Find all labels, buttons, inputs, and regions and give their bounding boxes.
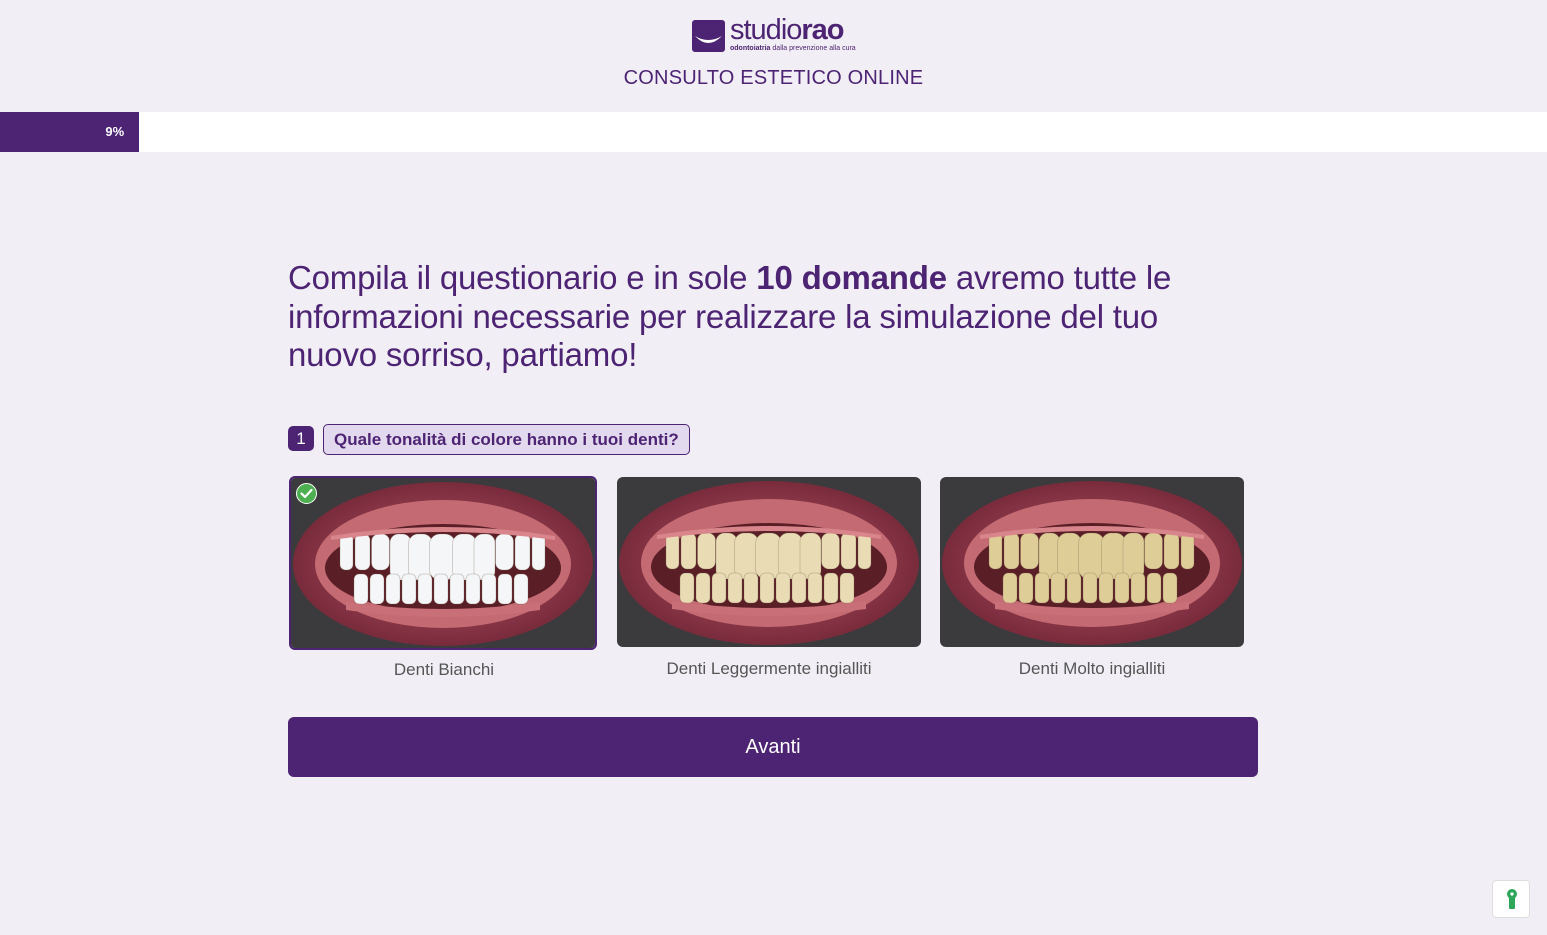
option-denti-bianchi[interactable]: Denti Bianchi	[289, 476, 597, 680]
option-denti-leggermente-ingialliti[interactable]: Denti Leggermente ingialliti	[617, 477, 921, 679]
progress-fill: 9%	[0, 112, 140, 152]
progress-bar: 9%	[0, 112, 1547, 152]
page-header: studiorao odontoiatria dalla prevenzione…	[0, 0, 1547, 112]
logo-wordmark: studiorao	[730, 14, 845, 47]
intro-text: Compila il questionario e in sole 10 dom…	[288, 259, 1248, 375]
logo-tagline-bold: odontoiatria	[730, 45, 771, 52]
intro-text-start: Compila il questionario e in sole	[288, 259, 757, 296]
logo-tagline-rest: dalla prevenzione alla cura	[772, 45, 856, 52]
smile-logo-icon	[692, 20, 725, 52]
option-label: Denti Leggermente ingialliti	[666, 659, 872, 678]
cookie-preferences-button[interactable]	[1492, 880, 1530, 918]
teeth-photo-white[interactable]	[289, 476, 597, 650]
intro-text-highlight: 10 domande	[756, 259, 947, 296]
question-number: 1	[288, 426, 314, 451]
studiorao-logo[interactable]: studiorao odontoiatria dalla prevenzione…	[692, 14, 862, 54]
logo-word-light: studio	[730, 14, 802, 46]
teeth-photo-very-yellow[interactable]	[940, 477, 1244, 647]
logo-word-bold: rao	[801, 14, 844, 46]
option-label: Denti Bianchi	[393, 660, 495, 679]
option-label: Denti Molto ingialliti	[1018, 659, 1166, 678]
cookie-preferences-icon	[1507, 889, 1517, 909]
question-text: Quale tonalità di colore hanno i tuoi de…	[323, 424, 690, 455]
progress-label: 9%	[105, 124, 125, 139]
check-circle-icon	[296, 483, 317, 504]
option-denti-molto-ingialliti[interactable]: Denti Molto ingialliti	[940, 477, 1244, 679]
page-title: CONSULTO ESTETICO ONLINE	[623, 67, 924, 89]
logo-tagline: odontoiatria dalla prevenzione alla cura	[730, 45, 856, 52]
teeth-photo-slightly-yellow[interactable]	[617, 477, 921, 647]
next-button[interactable]: Avanti	[288, 717, 1258, 777]
